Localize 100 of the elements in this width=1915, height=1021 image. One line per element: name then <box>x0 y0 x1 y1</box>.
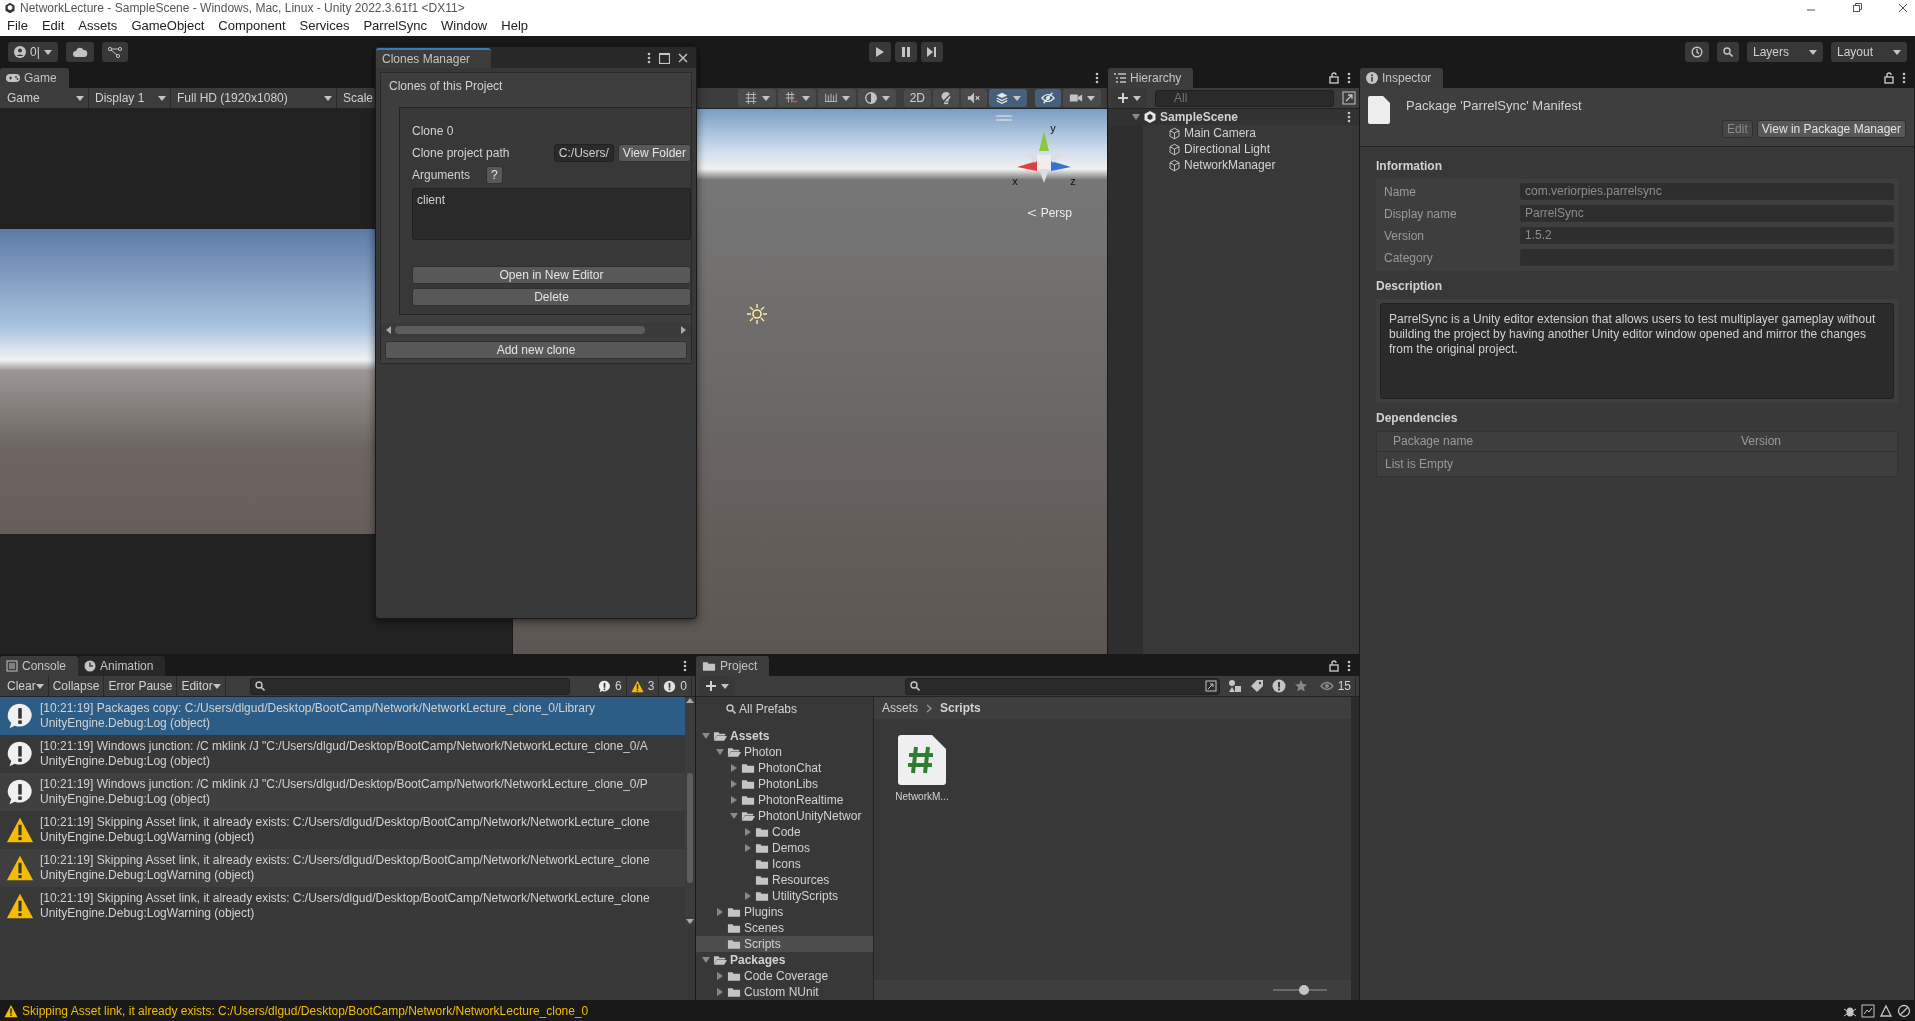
cloud-button[interactable] <box>65 41 94 62</box>
folder-item[interactable]: PhotonUnityNetwor <box>696 808 873 824</box>
folder-item[interactable]: Icons <box>696 856 873 872</box>
filter-by-type-icon[interactable] <box>1227 679 1242 693</box>
scrollbar-thumb[interactable] <box>395 326 645 334</box>
collapsed-arrow-icon[interactable] <box>716 908 724 916</box>
search-field[interactable]: All <box>1155 89 1334 107</box>
log-filter-icon[interactable] <box>1271 679 1286 693</box>
plus-icon[interactable] <box>705 680 717 692</box>
star-icon[interactable] <box>1293 679 1308 693</box>
folder-item[interactable]: Photon <box>696 744 873 760</box>
plus-icon[interactable] <box>1117 92 1129 104</box>
add-clone-button[interactable]: Add new clone <box>385 341 687 359</box>
step-button[interactable] <box>921 41 944 62</box>
panel-tab[interactable]: Console <box>0 656 79 676</box>
arguments-field[interactable]: client <box>412 188 691 240</box>
orientation-gizmo[interactable]: y x z <box>1009 123 1079 193</box>
play-button[interactable] <box>869 41 892 62</box>
scene-tool-button[interactable] <box>961 89 987 107</box>
view-folder-button[interactable]: View Folder <box>617 144 691 162</box>
folder-item[interactable]: UtilityScripts <box>696 888 873 904</box>
layout-dropdown[interactable]: Layout <box>1831 41 1907 62</box>
collapsed-arrow-icon[interactable] <box>744 892 752 900</box>
delete-button[interactable]: Delete <box>412 288 691 306</box>
more-options-icon[interactable] <box>1347 111 1351 123</box>
panel-tab[interactable]: Project <box>696 656 770 676</box>
folder-item[interactable]: Custom NUnit <box>696 984 873 1000</box>
menu-item[interactable]: Services <box>292 16 357 36</box>
folder-item[interactable]: PhotonLibs <box>696 776 873 792</box>
log-entry[interactable]: [10:21:19] Packages copy: C:/Users/dlgud/Desktop/BootCamp/Network/NetworkLecture_clone_0/Library UnityEngine.Debug:Log (object) <box>0 697 685 735</box>
menu-item[interactable]: Window <box>434 16 495 36</box>
menu-item[interactable]: Help <box>494 16 535 36</box>
scroll-left-icon[interactable] <box>385 326 391 334</box>
close-icon[interactable] <box>1897 2 1909 14</box>
path-field[interactable]: C:/Users/ <box>553 144 614 162</box>
restore-icon[interactable] <box>1851 2 1863 14</box>
folder-item[interactable]: PhotonChat <box>696 760 873 776</box>
lock-icon[interactable] <box>1329 660 1339 672</box>
menu-handle-icon[interactable] <box>996 115 1012 121</box>
log-entry[interactable]: [10:21:19] Windows junction: /C mklink /J "C:/Users/dlgud/Desktop/BootCamp/Network/NetworkLecture_clone_0/P UnityEngine.Debug:Log (object) <box>0 773 685 811</box>
log-entry[interactable]: [10:21:19] Skipping Asset link, it already exists: C:/Users/dlgud/Desktop/BootCamp/Network/NetworkLecture_clone UnityEngine.Debug:LogWarning (object) <box>0 811 685 849</box>
create-dropdown[interactable] <box>699 676 735 696</box>
scroll-right-icon[interactable] <box>681 326 687 334</box>
panel-tab[interactable]: Hierarchy <box>1108 68 1194 88</box>
inspector-button[interactable]: View in Package Manager <box>1756 119 1906 138</box>
more-options-icon[interactable] <box>1902 72 1906 84</box>
folder-item[interactable]: Scripts <box>696 936 873 952</box>
log-entry[interactable]: [10:21:19] Windows junction: /C mklink /J "C:/Users/dlgud/Desktop/BootCamp/Network/NetworkLecture_clone_0/A UnityEngine.Debug:Log (object) <box>0 735 685 773</box>
2d-toggle[interactable]: 2D <box>903 89 931 107</box>
hierarchy-item[interactable]: Directional Light <box>1108 141 1359 157</box>
slider-thumb[interactable] <box>1299 985 1310 995</box>
progress-icon[interactable] <box>1861 1003 1875 1018</box>
close-icon[interactable] <box>678 53 688 63</box>
maximize-icon[interactable] <box>659 52 670 64</box>
no-entry-icon[interactable] <box>1897 1003 1911 1018</box>
window-tab[interactable]: Clones Manager <box>376 48 491 68</box>
folder-item[interactable]: PhotonRealtime <box>696 792 873 808</box>
menu-item[interactable]: Assets <box>71 16 125 36</box>
popout-window-icon[interactable] <box>1342 91 1356 105</box>
scrollbar-thumb[interactable] <box>687 773 693 883</box>
help-button[interactable]: ? <box>486 166 503 184</box>
expanded-arrow-icon[interactable] <box>1132 113 1140 121</box>
version-control-button[interactable] <box>101 41 128 62</box>
menu-item[interactable]: GameObject <box>124 16 212 36</box>
scene-tool-button[interactable] <box>737 89 776 107</box>
scene-tool-button[interactable] <box>857 89 896 107</box>
scroll-down-icon[interactable] <box>686 919 694 925</box>
create-dropdown[interactable] <box>1111 88 1147 108</box>
csharp-script-icon[interactable] <box>898 735 946 785</box>
folder-item[interactable]: Resources <box>696 872 873 888</box>
folder-item[interactable]: Scenes <box>696 920 873 936</box>
scene-row[interactable]: SampleScene <box>1108 109 1359 125</box>
more-options-icon[interactable] <box>1347 72 1351 84</box>
scene-tool-button[interactable] <box>989 89 1027 107</box>
tag-icon[interactable] <box>1249 679 1264 693</box>
more-options-icon[interactable] <box>647 52 651 64</box>
projection-label[interactable]: Persp <box>1040 204 1072 222</box>
log-entry[interactable]: [10:21:19] Skipping Asset link, it already exists: C:/Users/dlgud/Desktop/BootCamp/Network/NetworkLecture_clone UnityEngine.Debug:LogWarning (object) <box>0 887 685 925</box>
more-options-icon[interactable] <box>683 660 687 672</box>
scene-tool-button[interactable] <box>933 89 959 107</box>
scene-tool-button[interactable] <box>817 89 856 107</box>
zoom-slider[interactable] <box>1273 984 1327 996</box>
folder-item[interactable]: Demos <box>696 840 873 856</box>
breadcrumb-item[interactable]: Assets <box>882 699 918 717</box>
lock-icon[interactable] <box>1884 72 1894 84</box>
expanded-arrow-icon[interactable] <box>702 956 710 964</box>
account-dropdown[interactable]: 0| <box>8 41 58 62</box>
panel-tab[interactable]: Game <box>0 68 69 88</box>
menu-item[interactable]: Component <box>211 16 293 36</box>
saved-search-item[interactable]: All Prefabs <box>696 701 873 717</box>
scene-tool-button[interactable] <box>1063 89 1101 107</box>
panel-tab[interactable]: Animation <box>78 656 166 676</box>
menu-item[interactable]: Edit <box>34 16 72 36</box>
expanded-arrow-icon[interactable] <box>730 812 738 820</box>
folder-item[interactable]: Assets <box>696 728 873 744</box>
pause-button[interactable] <box>895 41 918 62</box>
hierarchy-item[interactable]: Main Camera <box>1108 125 1359 141</box>
log-entry[interactable]: [10:21:19] Skipping Asset link, it already exists: C:/Users/dlgud/Desktop/BootCamp/Network/NetworkLecture_clone UnityEngine.Debug:LogWarning (object) <box>0 849 685 887</box>
folder-item[interactable]: Packages <box>696 952 873 968</box>
panel-tab[interactable]: Inspector <box>1360 68 1444 88</box>
